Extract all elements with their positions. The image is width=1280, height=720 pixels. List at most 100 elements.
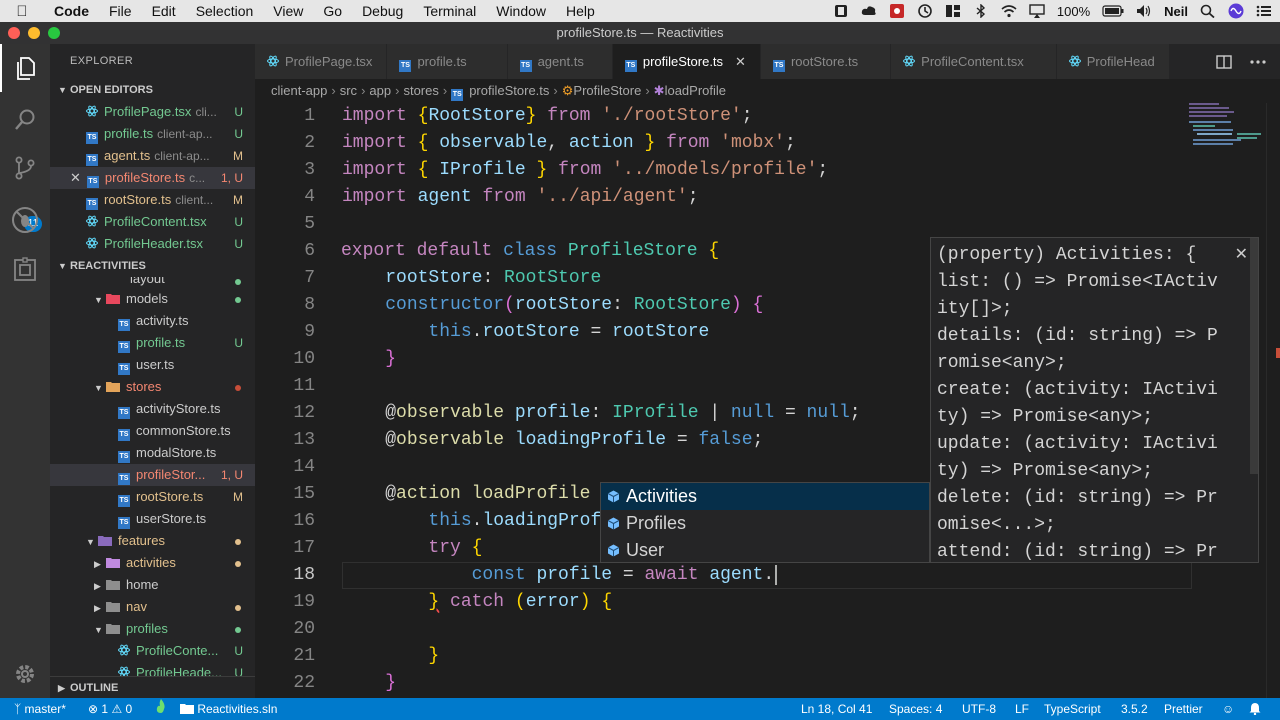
- open-editor-item[interactable]: TS agent.ts client-ap... M: [50, 145, 255, 167]
- source-control-activity[interactable]: [0, 144, 50, 192]
- tree-item-file[interactable]: TS userStore.ts: [50, 508, 255, 530]
- window-zoom-button[interactable]: [48, 27, 60, 39]
- user-name[interactable]: Neil: [1164, 4, 1188, 19]
- explorer-activity[interactable]: [0, 44, 50, 92]
- suggestion-item[interactable]: User: [601, 537, 929, 564]
- menu-help[interactable]: Help: [556, 0, 605, 22]
- feedback-icon[interactable]: ☺: [1222, 698, 1234, 720]
- breadcrumb-item[interactable]: client-app: [271, 83, 327, 98]
- tab-profileheader[interactable]: ProfileHead: [1056, 44, 1170, 79]
- tab-profile[interactable]: TS profile.ts: [387, 44, 508, 79]
- indentation-status[interactable]: Spaces: 4: [889, 698, 942, 720]
- battery-icon[interactable]: [1102, 4, 1124, 18]
- tab-rootstore[interactable]: TS rootStore.ts: [760, 44, 892, 79]
- bell-icon[interactable]: [1249, 698, 1261, 720]
- minimap[interactable]: [1185, 103, 1265, 153]
- extensions-activity[interactable]: [0, 246, 50, 294]
- suggestion-item-focused[interactable]: Activities: [601, 483, 929, 510]
- typescript-version[interactable]: 3.5.2: [1121, 698, 1148, 720]
- tree-item-file[interactable]: TS profile.ts U: [50, 332, 255, 354]
- tab-agent[interactable]: TS agent.ts: [507, 44, 613, 79]
- more-actions-icon[interactable]: [1250, 59, 1266, 64]
- menu-file[interactable]: File: [99, 0, 142, 22]
- menu-view[interactable]: View: [263, 0, 313, 22]
- menu-terminal[interactable]: Terminal: [413, 0, 486, 22]
- breadcrumb-item[interactable]: stores: [403, 83, 438, 98]
- suggestion-item[interactable]: Profiles: [601, 510, 929, 537]
- tab-profilepage[interactable]: ProfilePage.tsx: [255, 44, 388, 79]
- tab-profilecontent[interactable]: ProfileContent.tsx: [891, 44, 1057, 79]
- prettier-status[interactable]: Prettier: [1164, 698, 1203, 720]
- tab-close-icon[interactable]: ✕: [735, 54, 746, 69]
- window-close-button[interactable]: [8, 27, 20, 39]
- menu-edit[interactable]: Edit: [142, 0, 186, 22]
- debug-activity[interactable]: [0, 196, 50, 244]
- open-editor-item[interactable]: ProfileContent.tsx U: [50, 211, 255, 233]
- siri-icon[interactable]: [1228, 3, 1244, 19]
- tree-item-file[interactable]: TS activity.ts: [50, 310, 255, 332]
- tree-item-file[interactable]: ProfileConte... U: [50, 640, 255, 662]
- close-icon[interactable]: ✕: [70, 170, 81, 185]
- open-editor-item[interactable]: ProfileHeader.tsx U: [50, 233, 255, 255]
- volume-icon[interactable]: [1136, 4, 1152, 18]
- tree-item-file-selected[interactable]: TS profileStor... 1, U: [50, 464, 255, 486]
- problems-status[interactable]: ⊗ 1 ⚠ 0: [88, 698, 132, 720]
- spotlight-search-icon[interactable]: [1200, 4, 1216, 18]
- eol-status[interactable]: LF: [1015, 698, 1029, 720]
- close-icon[interactable]: ✕: [1235, 244, 1248, 263]
- breadcrumb-item[interactable]: profileStore.ts: [469, 83, 549, 98]
- detail-scrollbar[interactable]: [1250, 238, 1258, 474]
- tree-item-folder[interactable]: ▼ profiles: [50, 618, 255, 640]
- open-editor-item[interactable]: ProfilePage.tsx cli... U: [50, 101, 255, 123]
- open-editors-header[interactable]: ▼ OPEN EDITORS: [50, 79, 255, 101]
- flame-icon[interactable]: [155, 698, 167, 720]
- branch-status[interactable]: ᛉ master*: [14, 698, 66, 720]
- project-header[interactable]: ▼ REACTIVITIES: [50, 255, 255, 277]
- open-editor-item[interactable]: TS rootStore.ts client... M: [50, 189, 255, 211]
- tree-item-folder[interactable]: ▶ nav: [50, 596, 255, 618]
- menu-app-name[interactable]: Code: [44, 0, 99, 22]
- cloud-icon[interactable]: [861, 4, 877, 18]
- tree-item-file[interactable]: TS user.ts: [50, 354, 255, 376]
- wifi-icon[interactable]: [1001, 4, 1017, 18]
- menu-debug[interactable]: Debug: [352, 0, 413, 22]
- window-minimize-button[interactable]: [28, 27, 40, 39]
- window-manager-icon[interactable]: [945, 4, 961, 18]
- tree-item-folder[interactable]: ▼ stores: [50, 376, 255, 398]
- encoding-status[interactable]: UTF-8: [962, 698, 996, 720]
- tree-item-folder[interactable]: ▶ home: [50, 574, 255, 596]
- manage-activity[interactable]: [0, 650, 50, 698]
- tab-profilestore[interactable]: TS profileStore.ts ✕: [612, 44, 761, 79]
- bluetooth-icon[interactable]: [973, 4, 989, 18]
- solution-status[interactable]: Reactivities.sln: [180, 698, 277, 720]
- tree-item-file[interactable]: TS rootStore.ts M: [50, 486, 255, 508]
- open-editor-item-active[interactable]: ✕ TS profileStore.ts c... 1, U: [50, 167, 255, 189]
- recording-icon[interactable]: [889, 4, 905, 18]
- menu-window[interactable]: Window: [486, 0, 556, 22]
- menu-go[interactable]: Go: [313, 0, 352, 22]
- split-editor-icon[interactable]: [1216, 54, 1232, 69]
- language-mode[interactable]: TypeScript: [1044, 698, 1101, 720]
- search-activity[interactable]: [0, 96, 50, 144]
- tree-item-folder[interactable]: ▶ activities: [50, 552, 255, 574]
- editor-scrollbar[interactable]: [1266, 103, 1280, 698]
- breadcrumb-item[interactable]: src: [340, 83, 357, 98]
- breadcrumb-item[interactable]: ProfileStore: [573, 83, 641, 98]
- menu-selection[interactable]: Selection: [186, 0, 264, 22]
- breadcrumb-item[interactable]: loadProfile: [665, 83, 726, 98]
- tree-item-file[interactable]: ProfileHeade... U: [50, 662, 255, 676]
- tree-item-file[interactable]: TS commonStore.ts: [50, 420, 255, 442]
- tree-item-file[interactable]: TS activityStore.ts: [50, 398, 255, 420]
- tree-item-folder[interactable]: ▼ models: [50, 288, 255, 310]
- tree-item-folder[interactable]: ▼ features: [50, 530, 255, 552]
- tree-item-folder[interactable]: layout: [50, 277, 255, 288]
- tray-app-icon[interactable]: [833, 4, 849, 18]
- cursor-position[interactable]: Ln 18, Col 41: [801, 698, 872, 720]
- airplay-icon[interactable]: [1029, 4, 1045, 18]
- tree-item-file[interactable]: TS modalStore.ts: [50, 442, 255, 464]
- breadcrumb-item[interactable]: app: [369, 83, 391, 98]
- time-machine-icon[interactable]: [917, 4, 933, 18]
- outline-header[interactable]: ▶ OUTLINE: [50, 676, 255, 698]
- open-editor-item[interactable]: TS profile.ts client-ap... U: [50, 123, 255, 145]
- apple-icon[interactable]: : [0, 3, 44, 20]
